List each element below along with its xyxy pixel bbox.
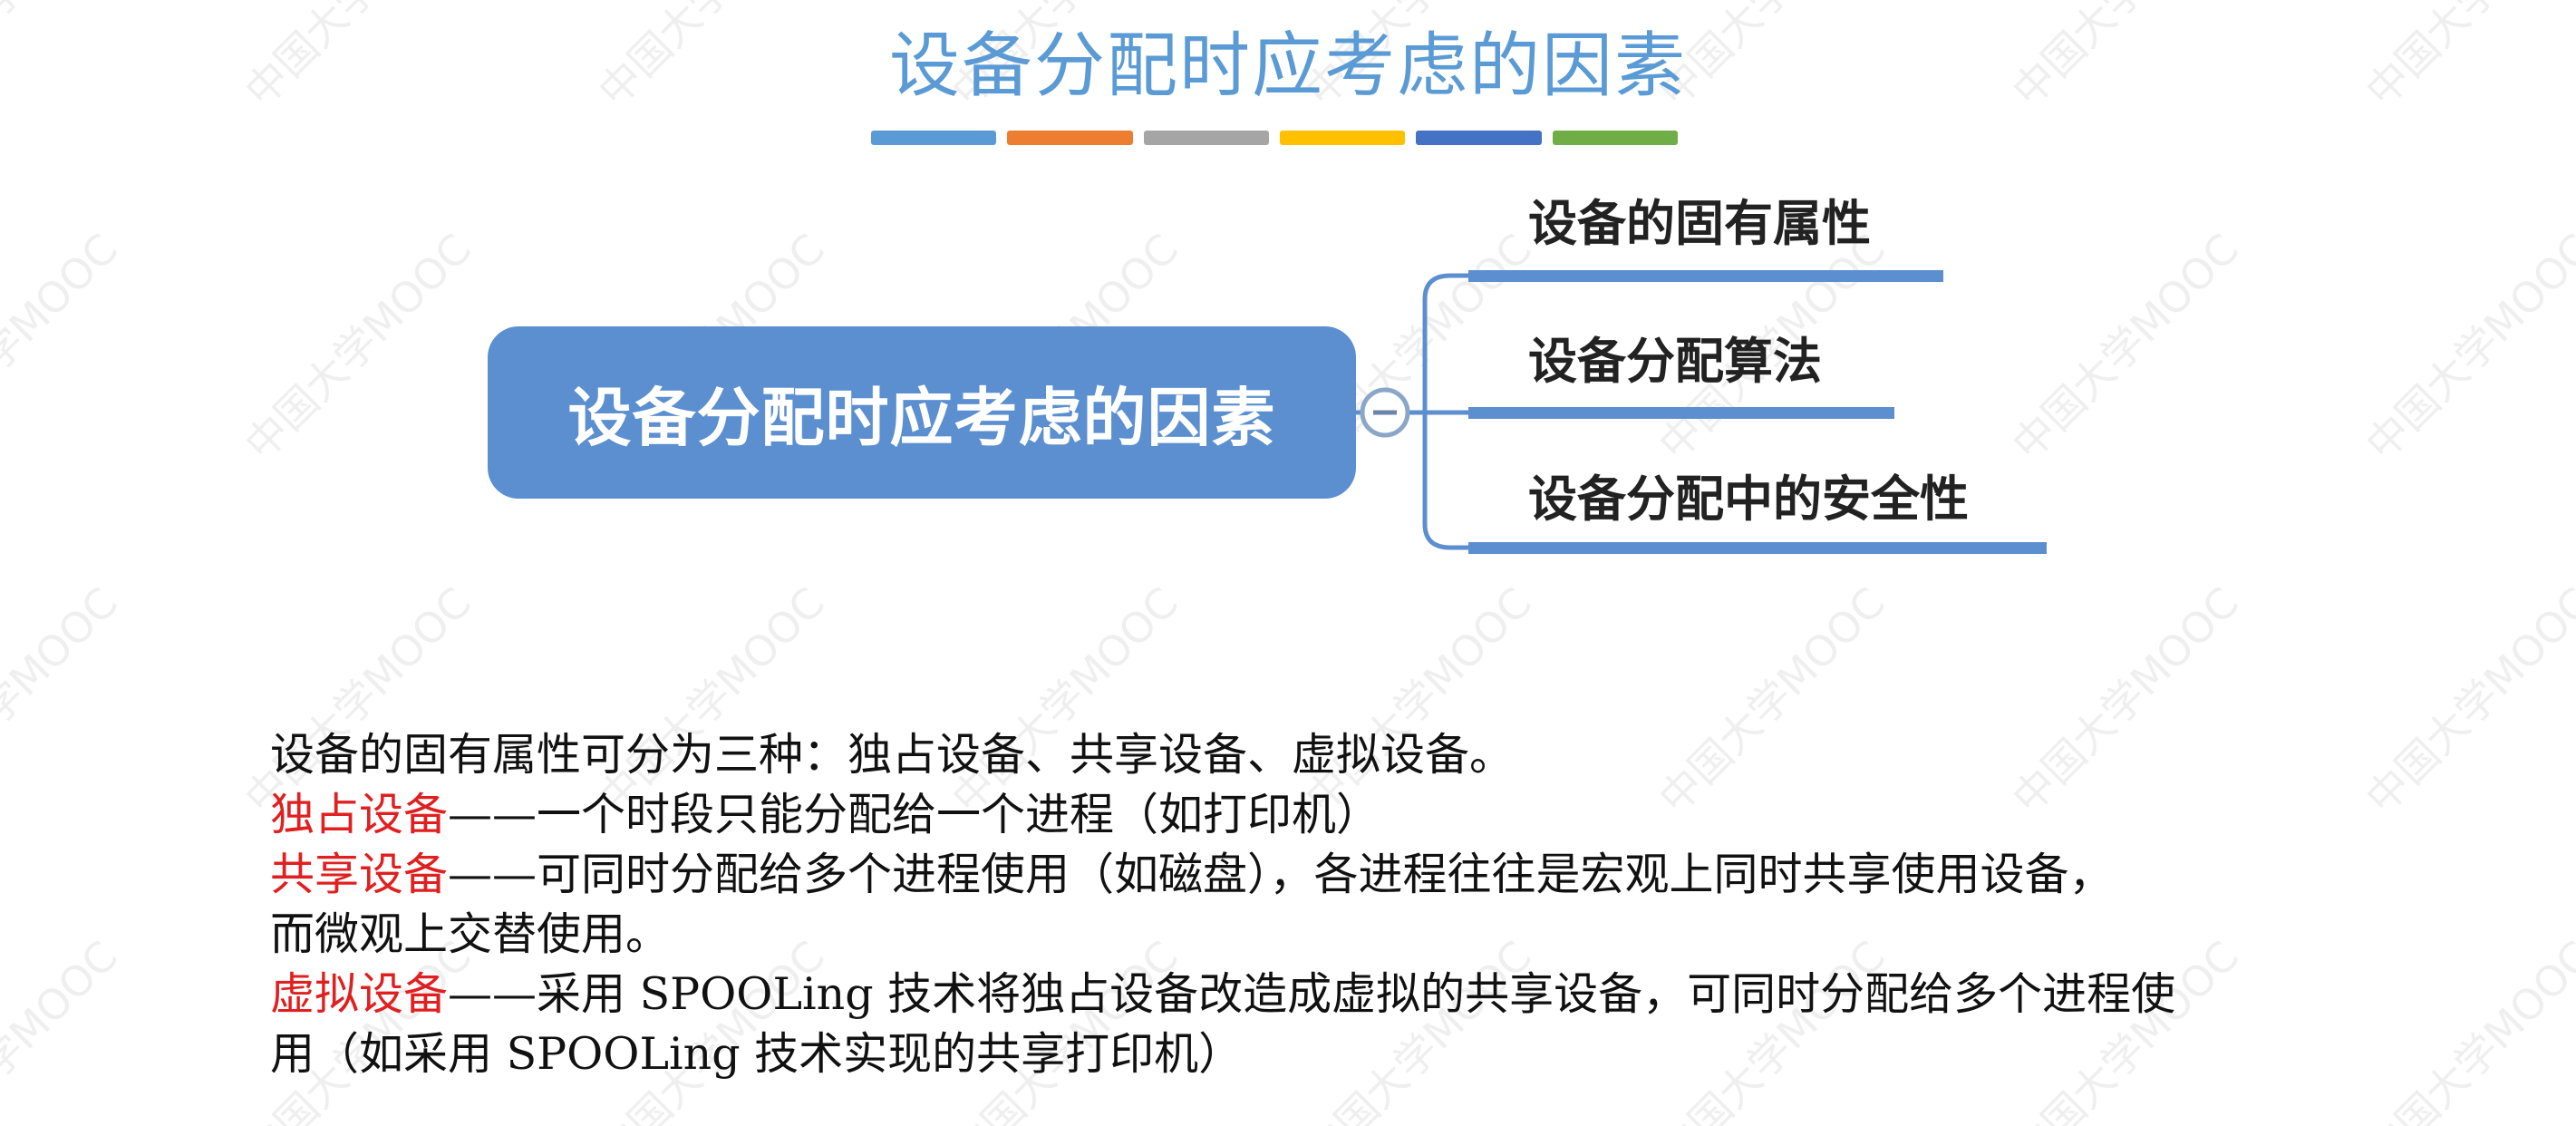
- collapse-toggle-icon[interactable]: [1360, 387, 1410, 438]
- shared-device-term: 共享设备: [270, 849, 449, 900]
- branch-underline-2: [1468, 407, 1894, 419]
- shared-device-line: 共享设备——可同时分配给多个进程使用（如磁盘），各进程往往是宏观上同时共享使用设…: [270, 845, 2355, 905]
- exclusive-device-desc: ——一个时段只能分配给一个进程（如打印机）: [448, 789, 1381, 840]
- branch-underline-3: [1468, 542, 2047, 554]
- virtual-device-desc-1: ——采用 SPOOLing 技术将独占设备改造成虚拟的共享设备，可同时分配给多个…: [448, 968, 2176, 1020]
- virtual-device-line: 虚拟设备——采用 SPOOLing 技术将独占设备改造成虚拟的共享设备，可同时分…: [270, 965, 2355, 1024]
- branch-label-allocation-algorithm[interactable]: 设备分配算法: [1528, 330, 1822, 393]
- branch-underline-1: [1468, 270, 1943, 282]
- branch-label-inherent-attributes[interactable]: 设备的固有属性: [1528, 192, 1871, 256]
- body-text: 设备的固有属性可分为三种：独占设备、共享设备、虚拟设备。 独占设备——一个时段只…: [270, 725, 2355, 1084]
- branch-label-allocation-safety[interactable]: 设备分配中的安全性: [1528, 468, 1969, 531]
- shared-device-desc-1: ——可同时分配给多个进程使用（如磁盘），各进程往往是宏观上同时共享使用设备，: [448, 849, 2114, 900]
- virtual-device-term: 虚拟设备: [270, 968, 449, 1020]
- intro-line: 设备的固有属性可分为三种：独占设备、共享设备、虚拟设备。: [270, 729, 1515, 781]
- slide: 中国大学MOOC 中国大学MOOC 中国大学MOOC 中国大学MOOC 中国大学MOOC…: [0, 0, 2576, 1126]
- mind-map-root-node[interactable]: 设备分配时应考虑的因素: [488, 326, 1356, 499]
- virtual-device-line-2: 用（如采用 SPOOLing 技术实现的共享打印机）: [270, 1028, 1244, 1080]
- shared-device-line-2: 而微观上交替使用。: [270, 908, 671, 960]
- exclusive-device-line: 独占设备——一个时段只能分配给一个进程（如打印机）: [270, 785, 2355, 845]
- exclusive-device-term: 独占设备: [270, 789, 449, 840]
